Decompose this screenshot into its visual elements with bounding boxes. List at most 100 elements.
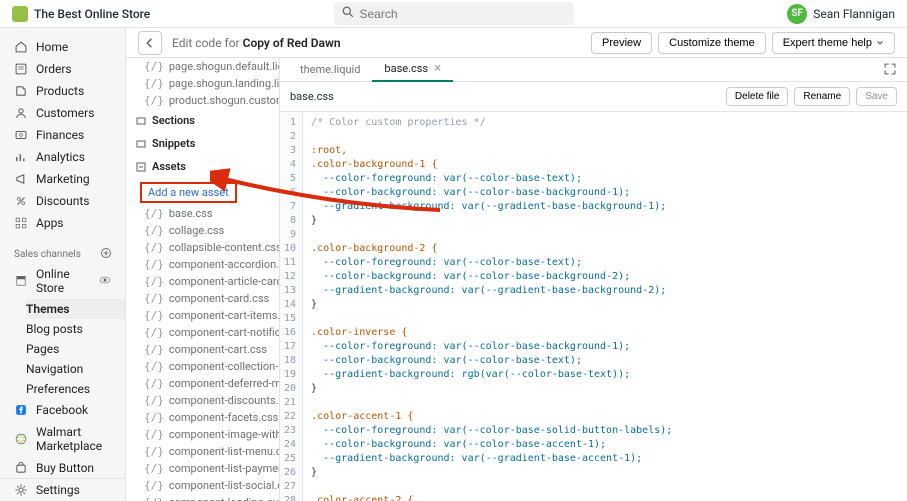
eye-icon[interactable] (99, 274, 111, 289)
delete-file-button[interactable]: Delete file (726, 87, 788, 106)
marketing-icon (14, 172, 28, 186)
file-item[interactable]: {/}product.shogun.custom.liquid (126, 92, 279, 109)
file-item[interactable]: {/}component-list-social.css (126, 477, 279, 494)
gear-icon (14, 483, 28, 497)
editor-header: Edit code for Copy of Red Dawn Preview C… (126, 28, 907, 58)
sidebar-channel-walmart-marketplace[interactable]: Walmart Marketplace (0, 421, 125, 457)
file-item[interactable]: {/}page.shogun.default.liquid (126, 58, 279, 75)
sidebar-sub-blog-posts[interactable]: Blog posts (26, 319, 125, 339)
file-item[interactable]: {/}component-card.css (126, 290, 279, 307)
sidebar-item-orders[interactable]: Orders (0, 58, 125, 80)
sidebar-item-customers[interactable]: Customers (0, 102, 125, 124)
fb-icon (14, 403, 28, 417)
sidebar-item-analytics[interactable]: Analytics (0, 146, 125, 168)
css-file-icon: {/} (144, 496, 164, 501)
css-file-icon: {/} (144, 241, 164, 254)
css-file-icon: {/} (144, 479, 164, 492)
finances-icon (14, 128, 28, 142)
file-item[interactable]: {/}component-cart.css (126, 341, 279, 358)
user-menu[interactable]: SF Sean Flannigan (787, 4, 895, 24)
liquid-file-icon: {/} (144, 94, 164, 107)
file-item[interactable]: {/}component-cart-items.css (126, 307, 279, 324)
buy-icon (14, 461, 28, 475)
sidebar: HomeOrdersProductsCustomersFinancesAnaly… (0, 28, 126, 501)
analytics-icon (14, 150, 28, 164)
css-file-icon: {/} (144, 377, 164, 390)
css-file-icon: {/} (144, 411, 164, 424)
css-file-icon: {/} (144, 326, 164, 339)
sidebar-sub-navigation[interactable]: Navigation (26, 359, 125, 379)
sidebar-item-home[interactable]: Home (0, 36, 125, 58)
file-bar: base.css Delete file Rename Save (280, 82, 907, 112)
customize-theme-button[interactable]: Customize theme (658, 32, 766, 54)
code-editor: theme.liquidbase.css× base.css Delete fi… (280, 58, 907, 501)
file-item[interactable]: {/}collage.css (126, 222, 279, 239)
add-new-asset-link[interactable]: Add a new asset (140, 182, 237, 203)
file-item[interactable]: {/}component-article-card.css (126, 273, 279, 290)
file-tree: {/}page.shogun.default.liquid{/}page.sho… (126, 58, 280, 501)
file-item[interactable]: {/}component-loading-overlay.css (126, 494, 279, 501)
sidebar-item-marketing[interactable]: Marketing (0, 168, 125, 190)
sections-header[interactable]: Sections (126, 109, 279, 132)
file-item[interactable]: {/}component-facets.css (126, 409, 279, 426)
css-file-icon: {/} (144, 224, 164, 237)
file-item[interactable]: {/}component-list-menu.css (126, 443, 279, 460)
search-icon (342, 6, 354, 21)
sidebar-item-discounts[interactable]: Discounts (0, 190, 125, 212)
tab-theme-liquid[interactable]: theme.liquid (288, 59, 372, 80)
assets-header[interactable]: Assets (126, 155, 279, 178)
file-item[interactable]: {/}component-cart-notification.css (126, 324, 279, 341)
sidebar-item-finances[interactable]: Finances (0, 124, 125, 146)
css-file-icon: {/} (144, 275, 164, 288)
search[interactable] (334, 2, 574, 25)
expert-help-button[interactable]: Expert theme help (772, 32, 895, 54)
css-file-icon: {/} (144, 207, 164, 220)
liquid-file-icon: {/} (144, 77, 164, 90)
expand-icon[interactable] (883, 62, 899, 78)
file-item[interactable]: {/}page.shogun.landing.liquid (126, 75, 279, 92)
user-name: Sean Flannigan (813, 7, 895, 21)
file-item[interactable]: {/}component-collection-hero.css (126, 358, 279, 375)
css-file-icon: {/} (144, 292, 164, 305)
folder-icon (136, 116, 146, 126)
editor-tabs: theme.liquidbase.css× (280, 58, 907, 82)
add-channel-icon[interactable] (101, 248, 111, 261)
home-icon (14, 40, 28, 54)
file-item[interactable]: {/}component-image-with-text.css (126, 426, 279, 443)
tab-base-css[interactable]: base.css× (372, 57, 453, 82)
brand[interactable]: The Best Online Store (12, 6, 150, 22)
sidebar-sub-preferences[interactable]: Preferences (26, 379, 125, 399)
sidebar-item-products[interactable]: Products (0, 80, 125, 102)
file-item[interactable]: {/}collapsible-content.css (126, 239, 279, 256)
file-item[interactable]: {/}component-list-payment.css (126, 460, 279, 477)
sidebar-sub-themes[interactable]: Themes (26, 299, 125, 319)
avatar: SF (787, 4, 807, 24)
close-icon[interactable]: × (434, 61, 441, 76)
css-file-icon: {/} (144, 258, 164, 271)
css-file-icon: {/} (144, 445, 164, 458)
sidebar-item-online-store[interactable]: Online Store (0, 263, 125, 299)
customers-icon (14, 106, 28, 120)
editor-title: Edit code for Copy of Red Dawn (172, 36, 341, 50)
preview-button[interactable]: Preview (591, 32, 652, 54)
css-file-icon: {/} (144, 462, 164, 475)
folder-icon (136, 139, 146, 149)
walmart-icon (14, 432, 28, 446)
file-item[interactable]: {/}base.css (126, 205, 279, 222)
snippets-header[interactable]: Snippets (126, 132, 279, 155)
liquid-file-icon: {/} (144, 60, 164, 73)
file-item[interactable]: {/}component-deferred-media.css (126, 375, 279, 392)
back-button[interactable] (138, 31, 162, 55)
sidebar-channel-buy-button[interactable]: Buy Button (0, 457, 125, 479)
code-area[interactable]: 1234567891011121314151617181920212223242… (280, 112, 907, 501)
sidebar-item-apps[interactable]: Apps (0, 212, 125, 234)
file-item[interactable]: {/}component-discounts.css (126, 392, 279, 409)
rename-button[interactable]: Rename (794, 87, 850, 106)
discounts-icon (14, 194, 28, 208)
sidebar-sub-pages[interactable]: Pages (26, 339, 125, 359)
save-button[interactable]: Save (856, 87, 897, 106)
sidebar-channel-facebook[interactable]: Facebook (0, 399, 125, 421)
search-input[interactable] (360, 7, 566, 21)
file-item[interactable]: {/}component-accordion.css (126, 256, 279, 273)
sidebar-item-settings[interactable]: Settings (0, 478, 125, 501)
